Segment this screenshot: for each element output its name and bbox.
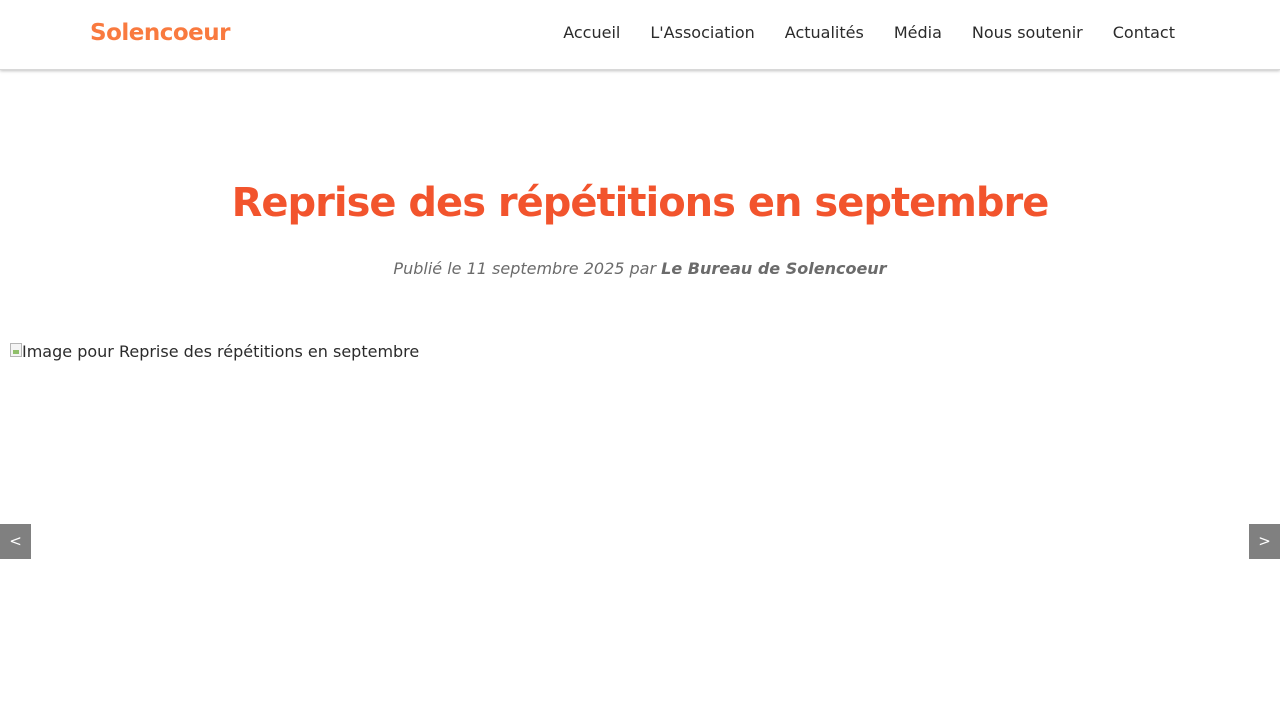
nav-item-contact[interactable]: Contact [1113,22,1175,44]
nav-item-nous-soutenir[interactable]: Nous soutenir [972,22,1083,44]
site-header: Solencoeur Accueil L'Association Actuali… [0,0,1280,70]
publish-info: Publié le 11 septembre 2025 par [393,259,662,278]
broken-image-icon [10,342,22,357]
site-logo[interactable]: Solencoeur [90,20,230,46]
nav-item-accueil[interactable]: Accueil [563,22,620,44]
nav-item-actualites[interactable]: Actualités [785,22,864,44]
article-image: Image pour Reprise des répétitions en se… [10,342,419,361]
main-nav: Accueil L'Association Actualités Média N… [563,22,1175,44]
article-image-alt: Image pour Reprise des répétitions en se… [22,342,420,361]
article-title: Reprise des répétitions en septembre [231,180,1050,226]
nav-item-media[interactable]: Média [894,22,942,44]
nav-item-association[interactable]: L'Association [650,22,754,44]
article-author: Le Bureau de Solencoeur [661,259,887,278]
carousel-next-button[interactable]: > [1249,524,1280,559]
article-meta: Publié le 11 septembre 2025 par Le Burea… [0,259,1280,278]
carousel-prev-button[interactable]: < [0,524,31,559]
